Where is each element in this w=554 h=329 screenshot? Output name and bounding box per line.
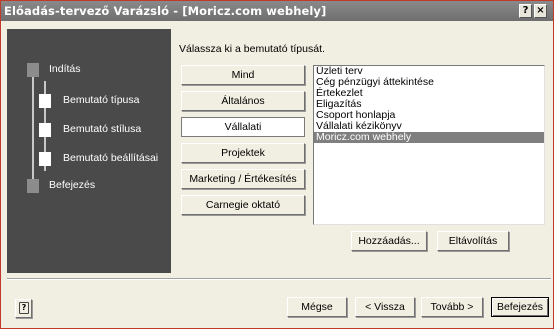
list-item-selected[interactable]: Moricz.com webhely (314, 132, 544, 143)
next-button[interactable]: Tovább > (421, 297, 483, 317)
help-button[interactable]: ? (15, 299, 32, 318)
finish-button[interactable]: Befejezés (491, 297, 549, 317)
category-corporate-button[interactable]: Vállalati (181, 117, 305, 137)
step-start-label[interactable]: Indítás (49, 63, 81, 75)
category-general-button[interactable]: Általános (181, 91, 305, 111)
instruction-text: Válassza ki a bemutató típusát. (179, 43, 325, 55)
step-finish-label[interactable]: Befejezés (49, 179, 95, 191)
wizard-window: Előadás-tervező Varázsló - [Moricz.com w… (0, 0, 554, 329)
category-marketing-button[interactable]: Marketing / Értékesítés (181, 169, 305, 189)
steps-panel: Indítás Bemutató típusa Bemutató stílusa… (7, 29, 171, 273)
remove-button[interactable]: Eltávolítás (437, 231, 509, 251)
window-title: Előadás-tervező Varázsló - [Moricz.com w… (4, 4, 327, 18)
title-bar: Előadás-tervező Varázsló - [Moricz.com w… (1, 1, 553, 21)
cancel-button[interactable]: Mégse (287, 297, 347, 317)
add-button[interactable]: Hozzáadás... (351, 231, 427, 251)
step-marker-start (27, 63, 39, 77)
step-type-label[interactable]: Bemutató típusa (63, 94, 139, 106)
category-projects-button[interactable]: Projektek (181, 143, 305, 163)
back-button[interactable]: < Vissza (355, 297, 415, 317)
presentation-type-list[interactable]: Üzleti terv Cég pénzügyi áttekintése Ért… (313, 65, 545, 225)
content-panel: Válassza ki a bemutató típusát. Mind Ált… (171, 29, 553, 273)
step-marker-options (39, 152, 51, 166)
step-marker-style (39, 123, 51, 137)
category-carnegie-button[interactable]: Carnegie oktató (181, 195, 305, 215)
category-all-button[interactable]: Mind (181, 65, 305, 85)
close-button[interactable]: × (534, 4, 547, 18)
step-options-label[interactable]: Bemutató beállításai (63, 152, 158, 164)
steps-connector-line (32, 74, 34, 186)
context-help-button[interactable]: ? (519, 4, 532, 18)
step-marker-finish (27, 179, 39, 193)
step-style-label[interactable]: Bemutató stílusa (63, 123, 141, 135)
help-icon: ? (19, 302, 29, 314)
step-marker-type (39, 94, 51, 108)
footer-separator (7, 278, 551, 280)
